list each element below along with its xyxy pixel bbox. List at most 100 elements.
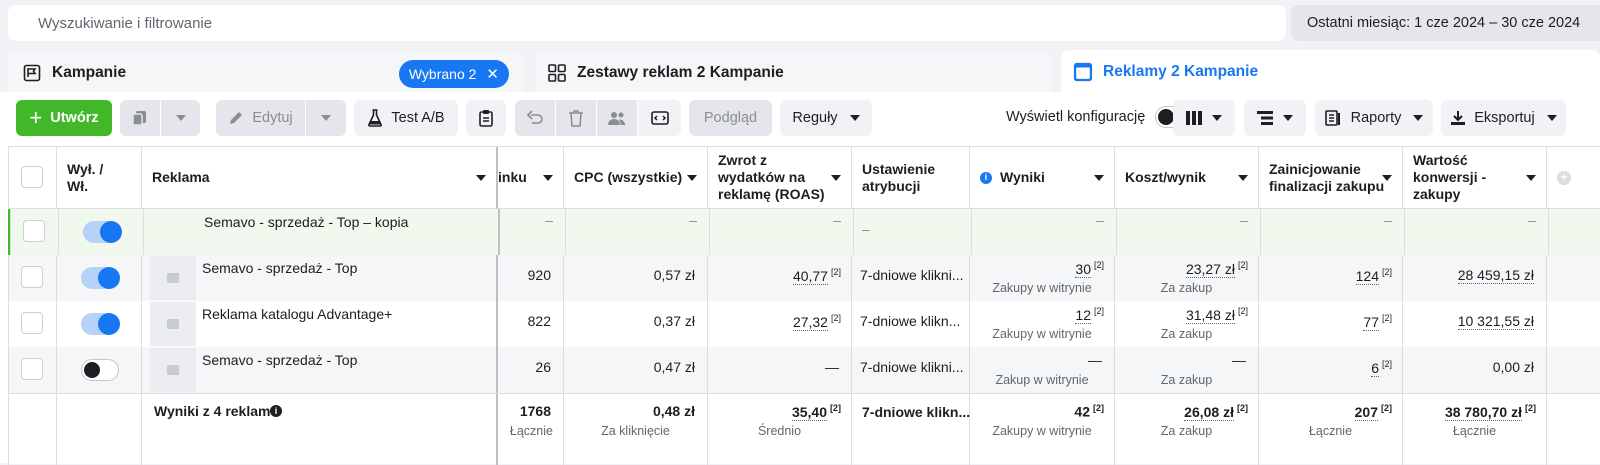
tab-adsets[interactable]: Zestawy reklam 2 Kampanie (535, 52, 1052, 94)
ab-test-button[interactable]: Test A/B (354, 100, 458, 136)
ad-toggle[interactable] (81, 267, 120, 289)
undo-icon (526, 110, 543, 124)
sort-caret-icon[interactable] (476, 175, 486, 181)
header-cpc[interactable]: CPC (wszystkie) (564, 147, 708, 209)
totals-row: Wyniki z 4 reklam i 1768 Łącznie 0,48 zł Za k… (8, 393, 1600, 465)
clicks-value: 822 (527, 313, 551, 329)
edit-dropdown-button[interactable] (306, 100, 346, 136)
attr-value: 7-dniowe klikni... (860, 359, 964, 375)
footnote-mark: [2] (1381, 267, 1392, 277)
audience-button[interactable] (597, 100, 637, 136)
footnote-mark: [2] (830, 313, 841, 323)
results-value: – (1096, 212, 1104, 228)
header-onoff[interactable]: Wył. / Wł. (57, 147, 142, 209)
header-value[interactable]: Wartość konwersji - zakupy (1403, 147, 1547, 209)
undo-button[interactable] (515, 100, 555, 136)
row-checkbox[interactable] (23, 220, 45, 242)
add-column-icon[interactable]: + (1557, 170, 1571, 185)
level-tabs: Kampanie Wybrano 2 ✕ Zestawy reklam 2 Ka… (0, 50, 1600, 94)
row-checkbox[interactable] (21, 312, 43, 334)
tab-campaigns[interactable]: Kampanie Wybrano 2 ✕ (8, 52, 525, 94)
roas-total: 35,40 (791, 403, 827, 421)
footnote-mark: [2] (1093, 306, 1104, 316)
date-range-picker[interactable]: Ostatni miesiąc: 1 cze 2024 – 30 cze 202… (1291, 5, 1600, 41)
edit-button[interactable]: Edytuj (216, 100, 305, 136)
columns-button[interactable] (1173, 100, 1235, 136)
value-cell: 28 459,15 zł (1403, 255, 1547, 301)
ad-toggle[interactable] (83, 221, 122, 243)
value-value: – (1528, 212, 1536, 228)
results-value: 30 (1075, 260, 1091, 278)
info-icon[interactable]: i (980, 171, 992, 184)
sort-caret-icon[interactable] (1238, 175, 1248, 181)
delete-button[interactable] (556, 100, 596, 136)
share-button[interactable] (638, 100, 681, 136)
sort-caret-icon[interactable] (831, 175, 841, 181)
ad-name[interactable]: Reklama katalogu Advantage+ (202, 306, 392, 322)
cost-total-cell: 26,08 zł [2] Za zakup (1115, 394, 1259, 465)
search-box[interactable] (8, 5, 1286, 41)
breakdown-button[interactable] (1244, 100, 1306, 136)
tab-ads[interactable]: Reklamy 2 Kampanie (1061, 50, 1600, 94)
table-row[interactable]: Reklama katalogu Advantage+ 822 0,37 zł 27,… (8, 301, 1600, 347)
tab-campaigns-label: Kampanie (52, 64, 127, 81)
results-total: 42 (1074, 403, 1090, 420)
header-checkout[interactable]: Zainicjowanie finalizacji zakupu (1259, 147, 1403, 209)
sort-caret-icon[interactable] (687, 175, 697, 181)
header-results[interactable]: i Wyniki (970, 147, 1115, 209)
sort-caret-icon[interactable] (543, 175, 553, 181)
ad-name[interactable]: Semavo - sprzedaż - Top (202, 352, 357, 368)
table-row[interactable]: Semavo - sprzedaż - Top – kopia – – – – – – – – (8, 209, 1600, 255)
create-button[interactable]: + Utwórz (16, 100, 112, 136)
ad-toggle[interactable] (81, 313, 120, 335)
header-add-column[interactable]: + (1547, 147, 1600, 209)
ad-name[interactable]: Semavo - sprzedaż - Top (202, 260, 357, 276)
duplicate-dropdown-button[interactable] (161, 100, 200, 136)
attr-value: 7-dniowe klikni... (860, 267, 964, 283)
clipboard-button[interactable] (466, 100, 506, 136)
cost-total-subtext: Za zakup (1160, 424, 1213, 438)
cost-subtext: Za zakup (1160, 281, 1213, 295)
onoff-cell (57, 301, 142, 347)
totals-empty-cell (8, 394, 57, 465)
sort-caret-icon[interactable] (1094, 175, 1104, 181)
cost-subtext: Za zakup (1160, 327, 1213, 341)
header-ad[interactable]: Reklama (142, 147, 498, 209)
sort-caret-icon[interactable] (1382, 175, 1392, 181)
info-icon[interactable]: i (270, 405, 282, 417)
search-input[interactable] (38, 14, 1286, 32)
header-attribution[interactable]: Ustawienie atrybucji (852, 147, 970, 209)
export-button[interactable]: Eksportuj (1441, 100, 1566, 136)
chevron-down-icon (175, 115, 186, 121)
ad-toggle[interactable] (81, 359, 119, 381)
cpc-cell: 0,37 zł (564, 301, 708, 347)
reports-button[interactable]: Raporty (1315, 100, 1433, 136)
ad-name[interactable]: Semavo - sprzedaż - Top – kopia (204, 214, 408, 230)
table-row[interactable]: Semavo - sprzedaż - Top 26 0,47 zł — 7-dniow… (8, 347, 1600, 393)
checkout-value: – (1384, 212, 1392, 228)
sort-caret-icon[interactable] (1526, 175, 1536, 181)
table-row[interactable]: Semavo - sprzedaż - Top 920 0,57 zł 40,77 [2… (8, 255, 1600, 301)
duplicate-button[interactable] (120, 100, 160, 136)
select-all-checkbox[interactable] (21, 166, 43, 188)
onoff-cell (57, 255, 142, 301)
trash-icon (569, 110, 583, 127)
cost-value: 31,48 zł (1185, 306, 1235, 324)
rules-button[interactable]: Reguły (780, 100, 872, 136)
clicks-total: 1768 (519, 403, 551, 419)
chevron-down-icon (1212, 115, 1222, 121)
value-cell: 10 321,55 zł (1403, 301, 1547, 347)
row-checkbox[interactable] (21, 358, 43, 380)
selected-badge[interactable]: Wybrano 2 ✕ (398, 60, 509, 88)
header-clicks[interactable]: inku (498, 147, 564, 209)
header-cost[interactable]: Koszt/wynik (1115, 147, 1259, 209)
ad-window-icon (1073, 62, 1093, 82)
row-checkbox[interactable] (21, 266, 43, 288)
preview-button[interactable]: Podgląd (689, 100, 772, 136)
header-roas[interactable]: Zwrot z wydatków na reklamę (ROAS) (708, 147, 852, 209)
value-value: 10 321,55 zł (1457, 313, 1534, 330)
checkout-value: 6 (1371, 359, 1379, 377)
attr-total-cell: 7-dniowe klikn... (852, 394, 970, 465)
show-config-toggle[interactable]: Wyświetl konfigurację (1006, 106, 1194, 128)
close-icon[interactable]: ✕ (486, 65, 499, 83)
